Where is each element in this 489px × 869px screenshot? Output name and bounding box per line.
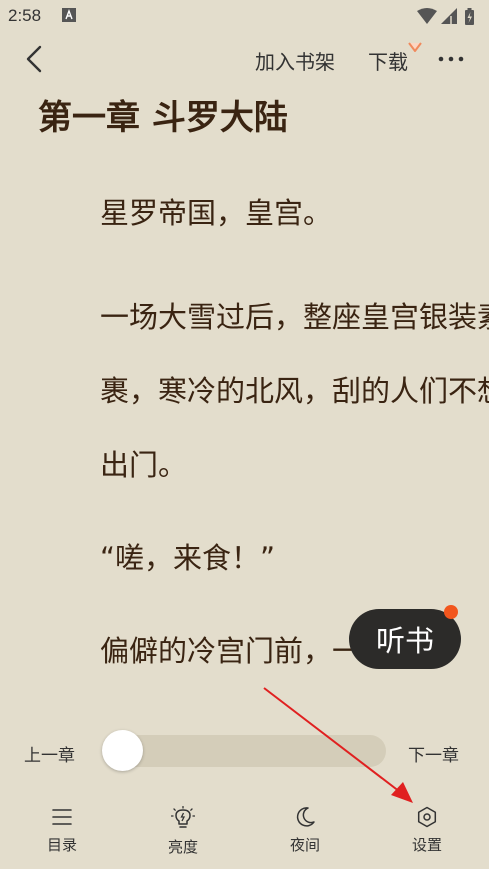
list-icon bbox=[52, 809, 72, 825]
listen-book-button[interactable]: 听书 bbox=[349, 609, 461, 669]
add-to-shelf-button[interactable]: 加入书架 bbox=[255, 46, 335, 75]
paragraph-1: 星罗帝国，皇宫。 bbox=[100, 196, 333, 230]
reader-bottom-panel: 上一章 下一章 目录 亮度 夜间 设置 bbox=[0, 711, 489, 869]
paragraph-2: 一场大雪过后，整座皇宫银装素裹，寒冷的北风，刮的人们不想出门。 bbox=[100, 300, 489, 482]
vip-badge-icon bbox=[408, 42, 422, 52]
more-icon[interactable] bbox=[436, 49, 466, 69]
chapter-progress-slider[interactable] bbox=[105, 735, 386, 767]
lightbulb-icon bbox=[171, 806, 195, 828]
nav-settings[interactable]: 设置 bbox=[387, 806, 467, 866]
moon-icon bbox=[296, 807, 315, 827]
system-status-icons bbox=[417, 8, 474, 25]
nav-toc[interactable]: 目录 bbox=[22, 806, 102, 866]
gear-icon bbox=[417, 806, 437, 828]
status-time: 2:58 bbox=[8, 6, 42, 25]
download-button[interactable]: 下载 bbox=[368, 46, 408, 75]
back-icon[interactable] bbox=[20, 44, 50, 74]
nav-brightness[interactable]: 亮度 bbox=[143, 806, 223, 866]
nav-night-mode[interactable]: 夜间 bbox=[265, 806, 345, 866]
battery-icon bbox=[465, 8, 474, 25]
nav-settings-label: 设置 bbox=[411, 836, 442, 854]
app-notification-icon bbox=[62, 8, 76, 22]
wifi-icon bbox=[417, 8, 437, 24]
next-chapter-button[interactable]: 下一章 bbox=[408, 741, 459, 766]
nav-night-label: 夜间 bbox=[289, 836, 320, 854]
paragraph-3: “嗟，来食！” bbox=[100, 541, 276, 575]
signal-icon bbox=[441, 8, 457, 24]
chapter-title: 第一章 斗罗大陆 bbox=[38, 98, 288, 138]
status-bar: 2:58 bbox=[0, 0, 489, 34]
prev-chapter-button[interactable]: 上一章 bbox=[24, 741, 75, 766]
progress-slider-thumb[interactable] bbox=[102, 730, 143, 771]
nav-toc-label: 目录 bbox=[46, 836, 77, 854]
listen-notification-dot bbox=[444, 605, 458, 619]
reader-top-bar: 加入书架 下载 bbox=[0, 34, 489, 86]
nav-brightness-label: 亮度 bbox=[167, 838, 198, 856]
